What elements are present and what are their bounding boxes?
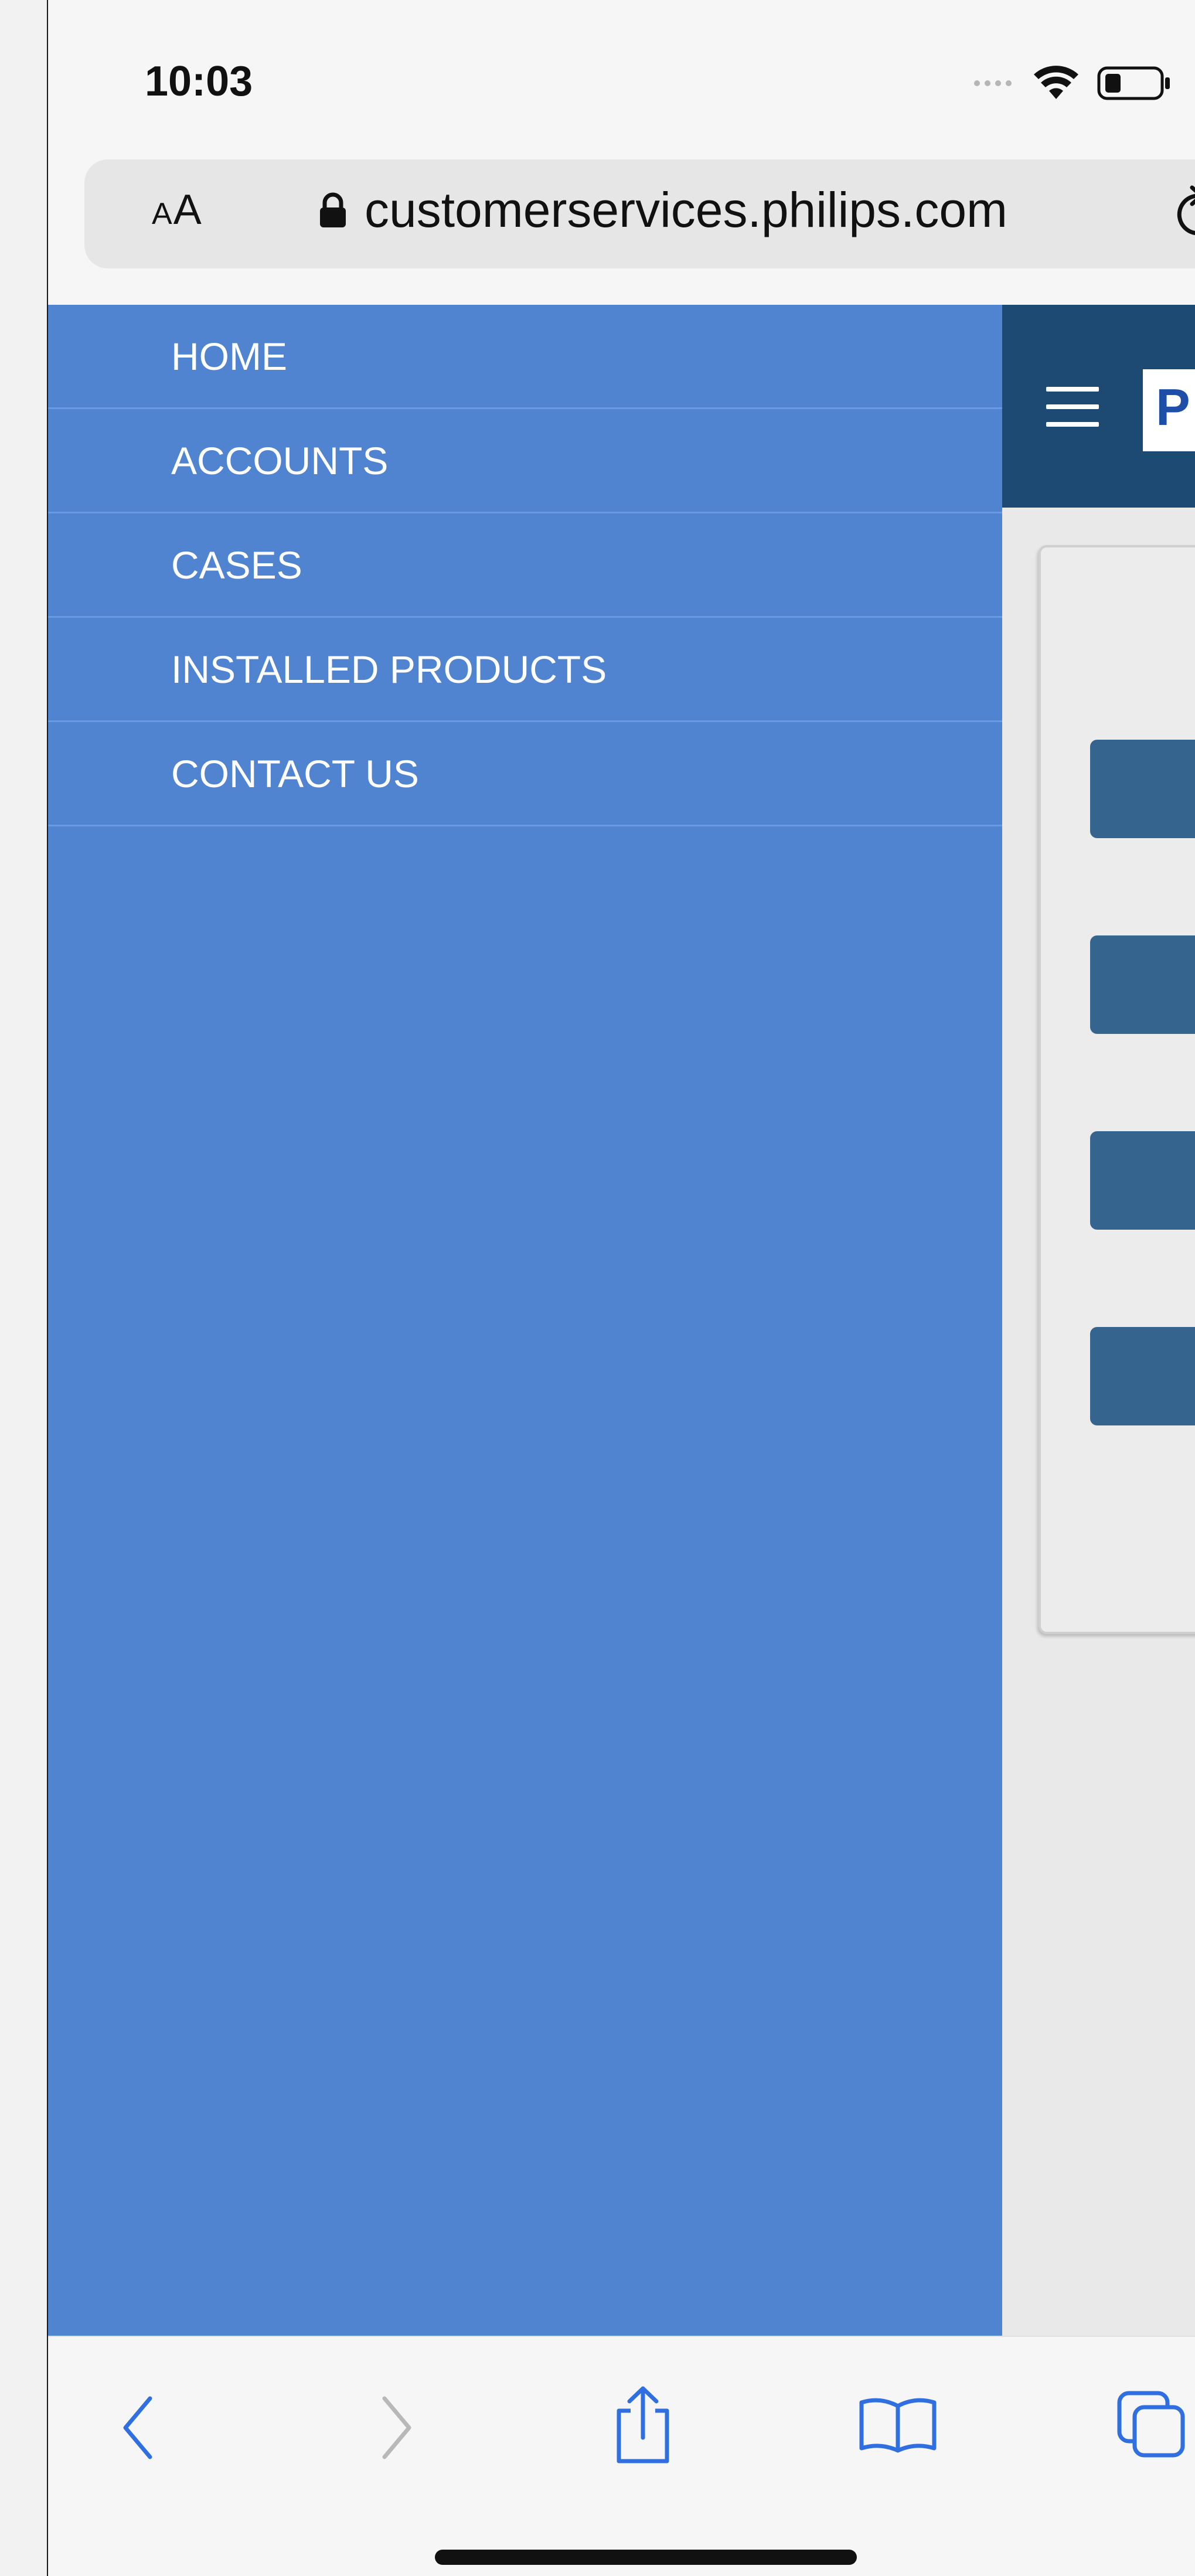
status-time: 10:03	[145, 58, 253, 105]
nav-item-label: CONTACT US	[171, 752, 419, 795]
card-button-1[interactable]	[1090, 740, 1195, 838]
back-button[interactable]	[117, 2393, 158, 2466]
card-button-4[interactable]	[1090, 1327, 1195, 1425]
bookmarks-button[interactable]	[857, 2394, 939, 2456]
content-card	[1039, 545, 1195, 1634]
lock-icon	[320, 192, 346, 227]
nav-item-home[interactable]: HOME	[48, 305, 1002, 409]
nav-item-label: ACCOUNTS	[171, 439, 389, 482]
nav-item-accounts[interactable]: ACCOUNTS	[48, 409, 1002, 513]
text-size-button[interactable]: AA	[152, 186, 203, 234]
site-logo[interactable]: P	[1143, 369, 1195, 451]
home-indicator[interactable]	[435, 2550, 857, 2565]
site-header: P	[1002, 305, 1195, 508]
status-bar: 10:03	[48, 0, 1195, 152]
chevron-right-icon	[382, 2396, 411, 2459]
menu-icon[interactable]	[1046, 387, 1099, 440]
nav-item-label: HOME	[171, 335, 287, 378]
reload-button[interactable]	[1174, 183, 1195, 244]
nav-item-contact-us[interactable]: CONTACT US	[48, 722, 1002, 826]
nav-item-installed-products[interactable]: INSTALLED PRODUCTS	[48, 618, 1002, 722]
card-button-3[interactable]	[1090, 1131, 1195, 1230]
nav-item-label: CASES	[171, 543, 302, 587]
battery-icon	[1097, 66, 1170, 100]
address-bar[interactable]: AA customerservices.philips.com	[84, 159, 1195, 268]
signal-icon	[974, 80, 1012, 86]
reload-icon	[1177, 185, 1195, 236]
phone-screen: 10:03 AA customerservices.philips.com P …	[48, 0, 1195, 2576]
nav-item-cases[interactable]: CASES	[48, 513, 1002, 618]
card-button-2[interactable]	[1090, 935, 1195, 1034]
book-icon	[859, 2398, 937, 2453]
wifi-icon	[1034, 66, 1078, 99]
url-text: customerservices.philips.com	[365, 182, 1008, 237]
browser-toolbar	[48, 2336, 1195, 2576]
url-field[interactable]: customerservices.philips.com	[319, 182, 1007, 239]
status-icons	[974, 64, 1173, 102]
share-icon	[617, 2386, 669, 2463]
share-button[interactable]	[611, 2384, 675, 2469]
chevron-left-icon	[123, 2396, 152, 2459]
forward-button[interactable]	[376, 2393, 417, 2466]
nav-item-label: INSTALLED PRODUCTS	[171, 648, 607, 691]
tabs-button[interactable]	[1115, 2388, 1191, 2462]
sidebar-nav: HOME ACCOUNTS CASES INSTALLED PRODUCTS C…	[48, 305, 1002, 2336]
tabs-icon	[1117, 2391, 1185, 2458]
